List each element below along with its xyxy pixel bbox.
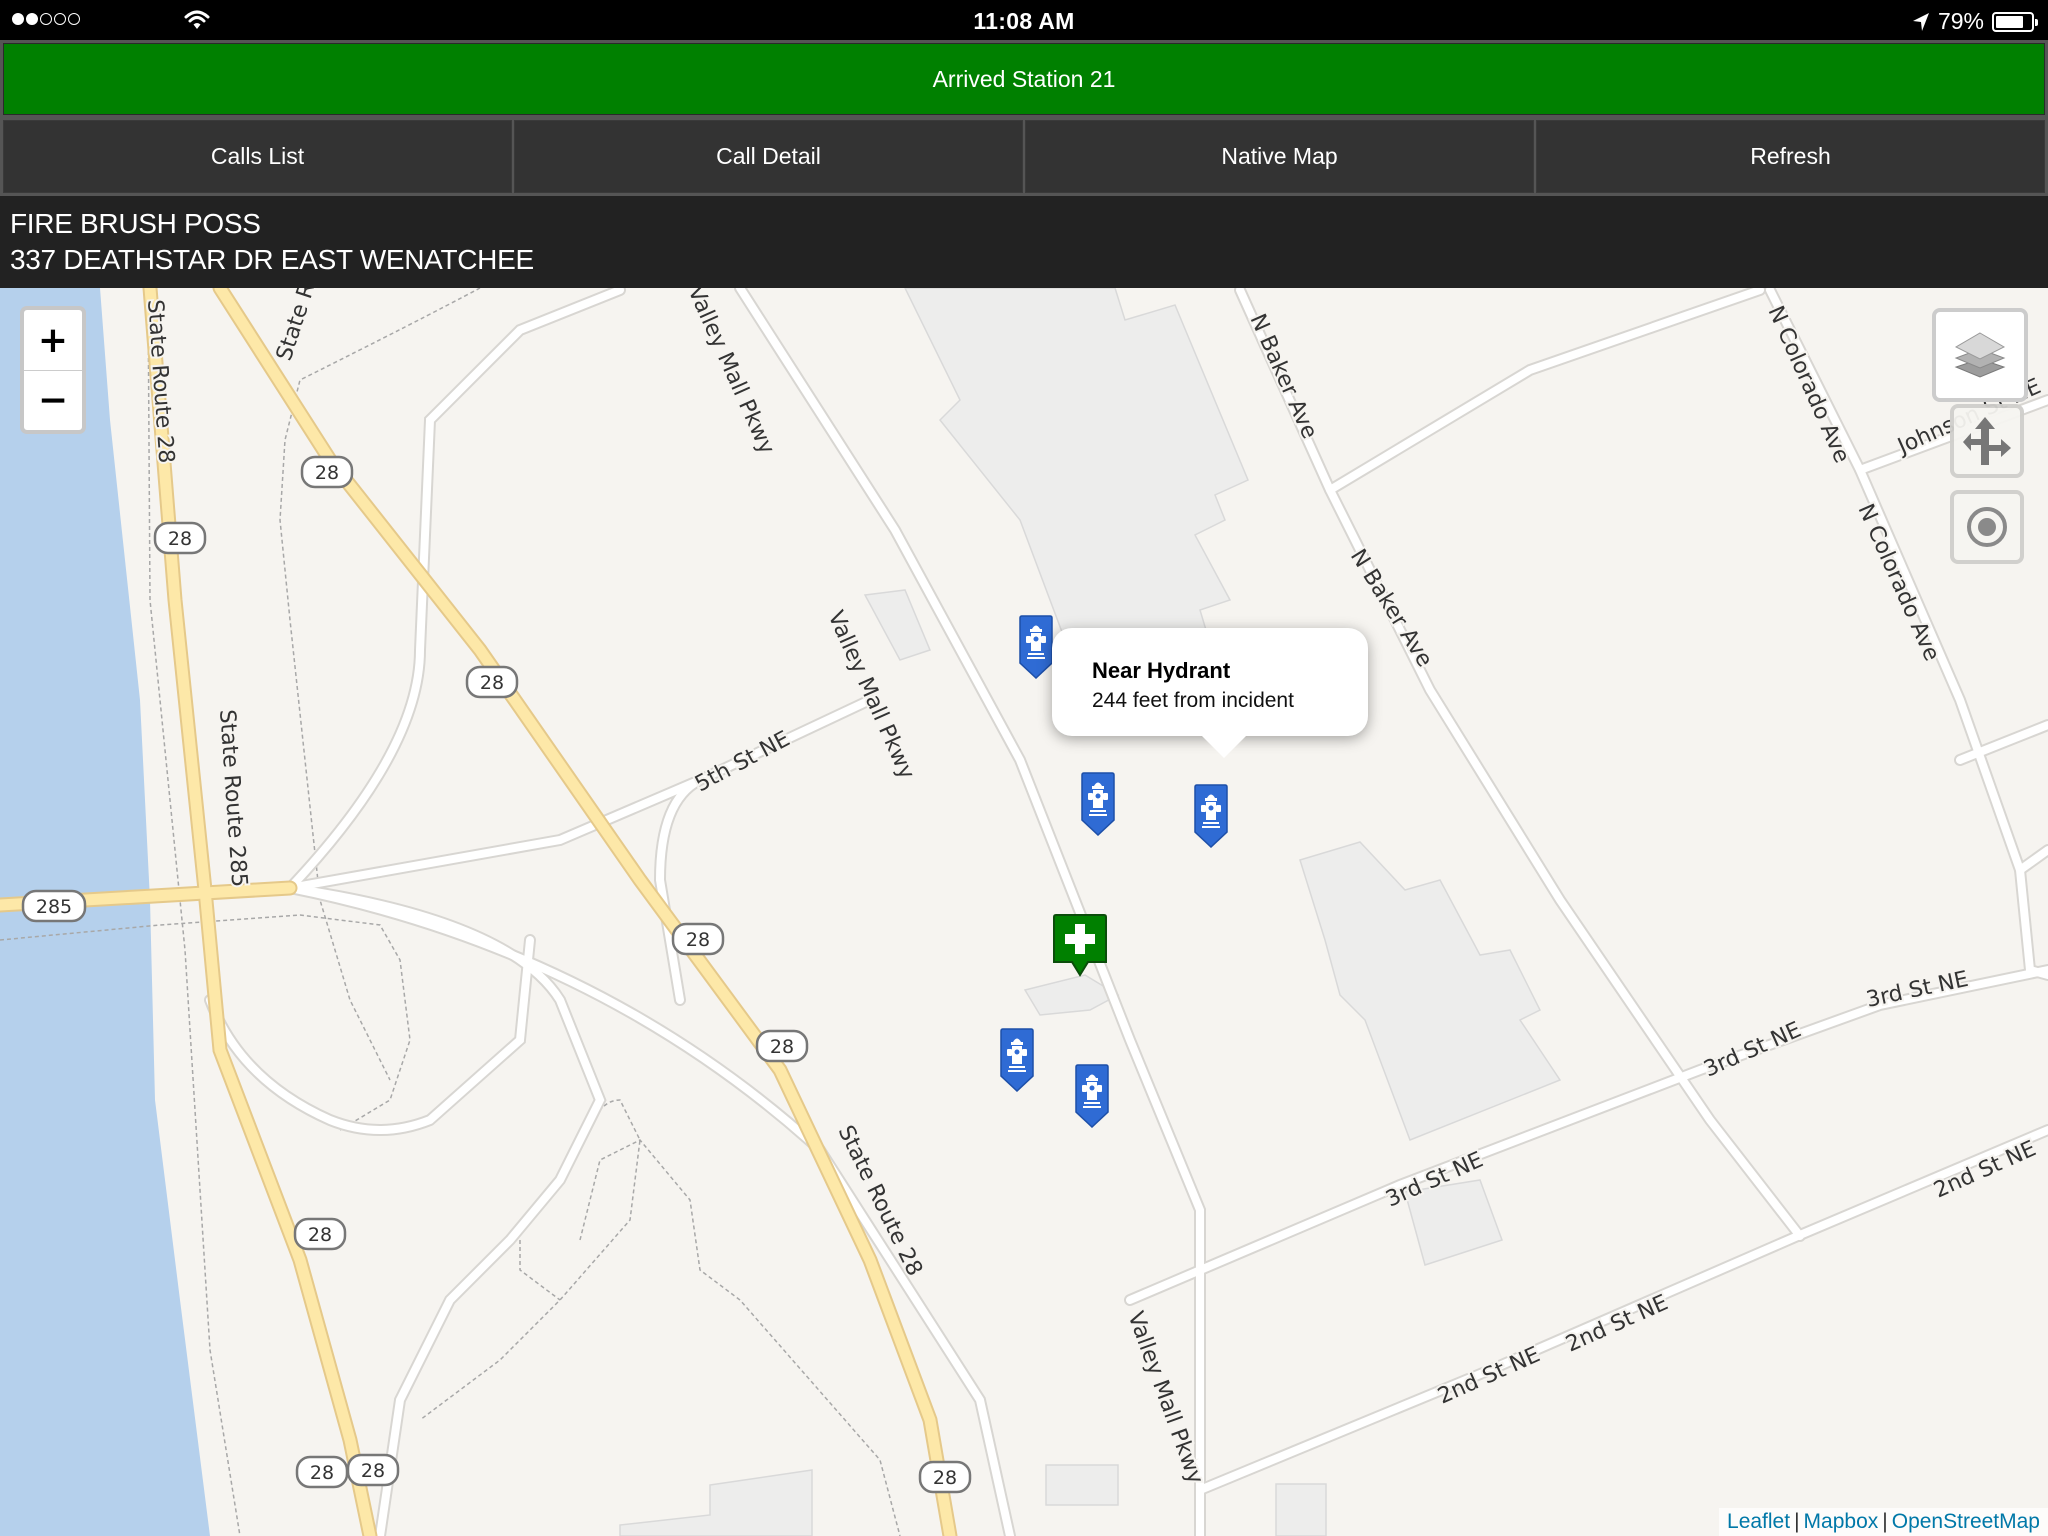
route-shield-label: 28 <box>315 462 339 484</box>
hydrant-marker[interactable] <box>1000 1028 1034 1097</box>
street-label: State R <box>272 288 321 364</box>
route-shield: 28 <box>755 1029 809 1063</box>
street-label: 2nd St NE <box>1434 1342 1544 1409</box>
street-label: 3rd St NE <box>1864 967 1970 1013</box>
openstreetmap-link[interactable]: OpenStreetMap <box>1892 1510 2040 1533</box>
street-label: Valley Mall Pkwy <box>683 288 780 458</box>
hydrant-marker[interactable] <box>1019 615 1053 684</box>
route-shield-label: 28 <box>770 1036 794 1058</box>
directions-button[interactable] <box>1950 404 2024 478</box>
route-shield: 28 <box>346 1453 400 1487</box>
route-shield: 28 <box>918 1460 972 1494</box>
leaflet-link[interactable]: Leaflet <box>1727 1510 1790 1533</box>
status-bar: 11:08 AM 79% <box>0 0 2048 40</box>
route-shield: 28 <box>300 455 354 489</box>
location-arrow-icon <box>1912 12 1929 31</box>
map-attribution: Leaflet | Mapbox | OpenStreetMap <box>1719 1508 2048 1536</box>
zoom-control: + − <box>20 306 86 434</box>
native-map-button[interactable]: Native Map <box>1025 120 1534 193</box>
route-shield-label: 28 <box>310 1462 334 1484</box>
street-label: N Colorado Ave <box>1853 500 1945 665</box>
status-banner: Arrived Station 21 <box>0 40 2048 118</box>
route-shield-label: 28 <box>686 929 710 951</box>
layers-button[interactable] <box>1932 308 2028 402</box>
street-label: State Route 28 <box>142 299 178 464</box>
route-shield: 285 <box>21 889 87 923</box>
buildings <box>619 288 1562 1536</box>
route-shield: 28 <box>153 521 207 555</box>
popup-title: Near Hydrant <box>1092 658 1231 683</box>
street-label: 5th St NE <box>691 727 794 798</box>
route-shield-label: 28 <box>933 1467 957 1489</box>
route-shield: 28 <box>671 922 725 956</box>
separator: | <box>1794 1510 1800 1533</box>
battery-icon <box>1992 11 2038 32</box>
call-detail-button[interactable]: Call Detail <box>514 120 1023 193</box>
street-label: 2nd St NE <box>1562 1290 1672 1357</box>
popup-distance: 244 feet from incident <box>1092 689 1294 712</box>
nav-bar: Calls List Call Detail Native Map Refres… <box>0 118 2048 196</box>
battery-percent: 79% <box>1937 8 1984 34</box>
route-shield-label: 285 <box>36 896 72 918</box>
route-shield-label: 28 <box>361 1460 385 1482</box>
hydrant-marker[interactable] <box>1081 772 1115 841</box>
zoom-out-button[interactable]: − <box>24 370 82 430</box>
street-label: State Route 285 <box>214 709 251 888</box>
route-shield-label: 28 <box>480 672 504 694</box>
directions-icon <box>1963 417 2011 465</box>
incident-address: 337 DEATHSTAR DR EAST WENATCHEE <box>10 244 534 275</box>
incident-marker[interactable] <box>1053 914 1107 983</box>
route-shield: 28 <box>293 1217 347 1251</box>
unit-status[interactable]: Arrived Station 21 <box>3 43 2045 115</box>
incident-type: FIRE BRUSH POSS <box>10 208 261 239</box>
hydrant-marker-selected[interactable] <box>1194 784 1228 853</box>
street-label: N Baker Ave <box>1245 310 1322 442</box>
street-label: 3rd St NE <box>1700 1018 1805 1083</box>
layers-icon <box>1954 332 2006 378</box>
map-tiles[interactable]: State Route 28 State R State Route 285 S… <box>0 288 2048 1536</box>
route-shield-label: 28 <box>168 528 192 550</box>
separator: | <box>1882 1510 1888 1533</box>
map[interactable]: State Route 28 State R State Route 285 S… <box>0 288 2048 1536</box>
street-label: N Colorado Ave <box>1763 302 1855 467</box>
route-shield: 28 <box>295 1455 349 1489</box>
calls-list-button[interactable]: Calls List <box>3 120 512 193</box>
incident-header: FIRE BRUSH POSS 337 DEATHSTAR DR EAST WE… <box>0 196 2048 288</box>
zoom-in-button[interactable]: + <box>24 310 82 370</box>
route-shield: 28 <box>465 665 519 699</box>
clock: 11:08 AM <box>973 8 1075 34</box>
refresh-button[interactable]: Refresh <box>1536 120 2045 193</box>
locate-button[interactable] <box>1950 490 2024 564</box>
route-shield-label: 28 <box>308 1224 332 1246</box>
mapbox-link[interactable]: Mapbox <box>1804 1510 1879 1533</box>
hydrant-marker[interactable] <box>1075 1064 1109 1133</box>
locate-icon <box>1967 507 2007 547</box>
hydrant-popup[interactable]: Near Hydrant 244 feet from incident <box>1052 628 1368 758</box>
